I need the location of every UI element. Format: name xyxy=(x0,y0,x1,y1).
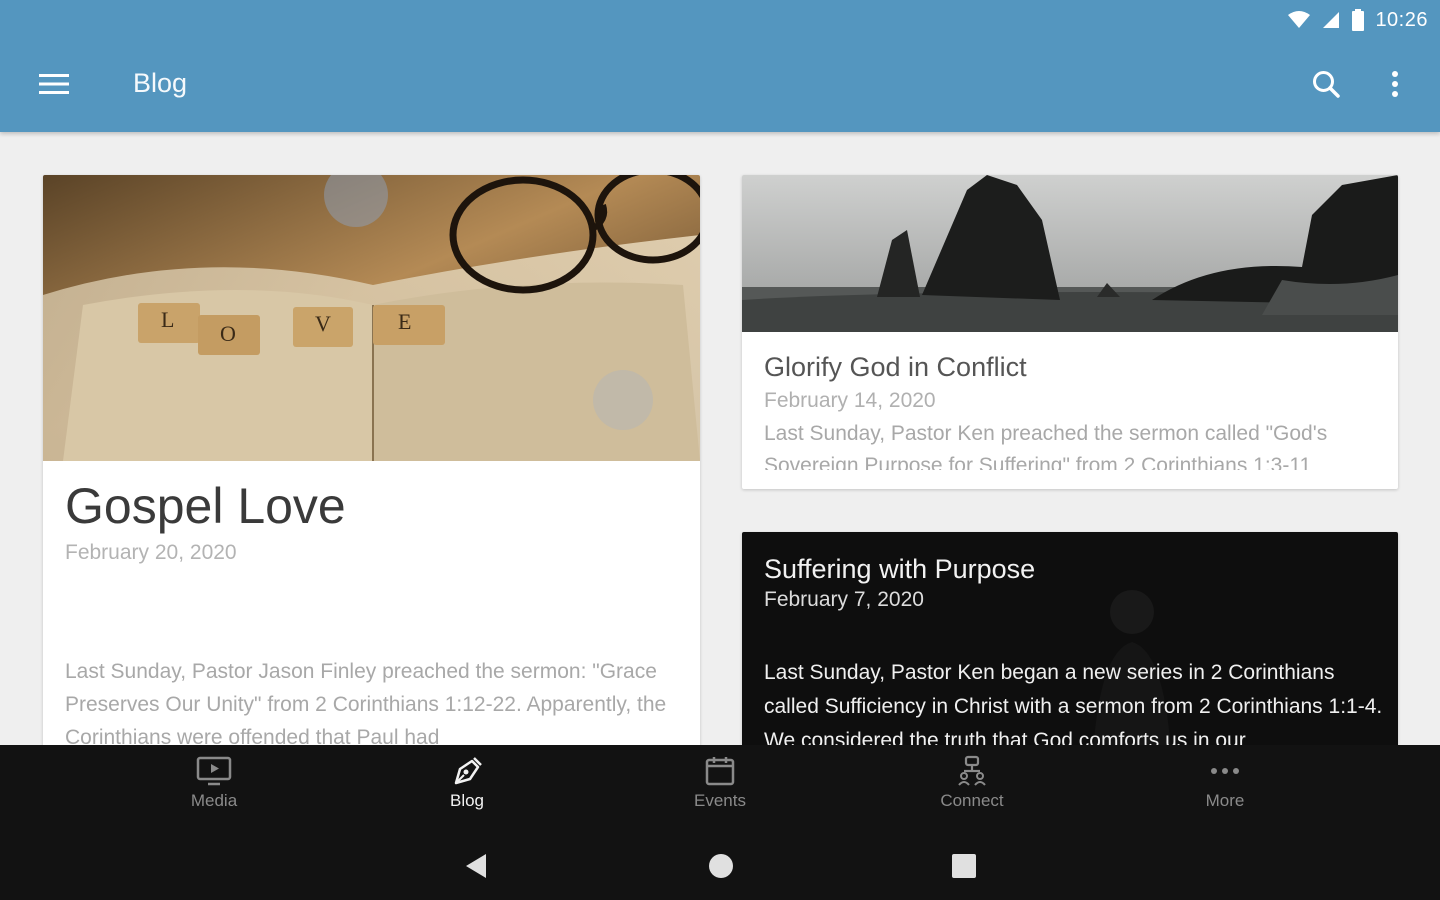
post-date: February 7, 2020 xyxy=(764,588,924,611)
page-title: Blog xyxy=(133,68,188,98)
more-vert-icon xyxy=(1392,71,1398,97)
tv-play-icon xyxy=(196,756,232,786)
status-time: 10:26 xyxy=(1375,8,1428,31)
status-bar: 10:26 xyxy=(1287,6,1428,34)
post-title: Suffering with Purpose xyxy=(764,554,1036,584)
battery-icon xyxy=(1352,9,1365,31)
nav-label: Media xyxy=(190,791,238,810)
dots-icon xyxy=(1211,768,1239,774)
nav-item-more[interactable]: More xyxy=(1165,755,1285,823)
search-icon xyxy=(1313,71,1340,98)
overflow-menu-button[interactable] xyxy=(1371,60,1419,108)
post-date: February 14, 2020 xyxy=(764,389,936,412)
nav-item-connect[interactable]: Connect xyxy=(912,755,1032,823)
bottom-navigation: Media Blog Events Connect More xyxy=(0,745,1440,900)
nav-item-media[interactable]: Media xyxy=(154,755,274,823)
hamburger-menu-icon xyxy=(39,74,69,94)
pen-nib-icon xyxy=(454,757,482,785)
nav-label: Blog xyxy=(449,791,485,810)
nav-label: Connect xyxy=(940,791,1004,810)
recents-icon[interactable] xyxy=(951,853,977,879)
blog-post-card[interactable]: L O V E Gospel Love February 20, 2020 La… xyxy=(43,175,700,775)
svg-text:E: E xyxy=(398,309,411,334)
calendar-icon xyxy=(705,757,735,786)
wifi-icon xyxy=(1288,11,1311,28)
people-icon xyxy=(958,755,986,786)
post-image-bible-love: L O V E xyxy=(43,175,700,461)
search-button[interactable] xyxy=(1302,60,1350,108)
svg-text:V: V xyxy=(315,311,331,336)
post-excerpt: Last Sunday, Pastor Ken preached the ser… xyxy=(764,422,1328,470)
post-title: Gospel Love xyxy=(65,478,346,534)
home-icon[interactable] xyxy=(708,853,734,879)
nav-item-blog[interactable]: Blog xyxy=(407,755,527,823)
post-excerpt: Last Sunday, Pastor Ken began a new seri… xyxy=(764,661,1383,752)
nav-label: More xyxy=(1205,791,1245,810)
svg-text:L: L xyxy=(161,307,174,332)
nav-item-events[interactable]: Events xyxy=(660,755,780,823)
post-title: Glorify God in Conflict xyxy=(764,352,1027,382)
blog-post-card[interactable]: Glorify God in Conflict February 14, 202… xyxy=(742,175,1398,489)
cellular-signal-icon xyxy=(1323,12,1340,28)
post-image-sea-stacks xyxy=(742,175,1398,332)
svg-text:O: O xyxy=(220,321,236,346)
post-date: February 20, 2020 xyxy=(65,541,237,564)
nav-label: Events xyxy=(694,791,746,810)
app-bar: 10:26 Blog xyxy=(0,0,1440,132)
back-icon[interactable] xyxy=(464,853,488,879)
menu-button[interactable] xyxy=(30,62,78,106)
post-excerpt: Last Sunday, Pastor Jason Finley preache… xyxy=(65,660,667,749)
